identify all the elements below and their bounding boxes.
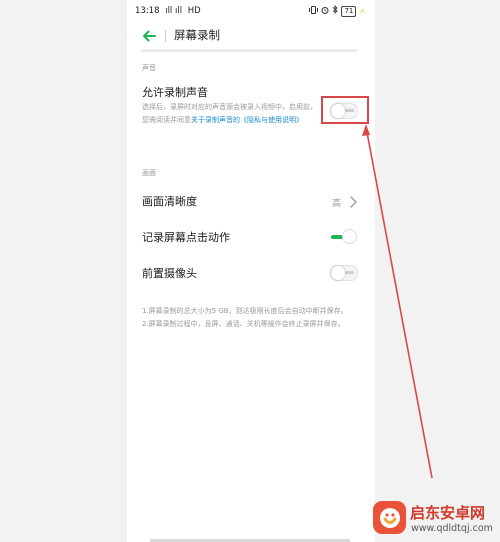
watermark-logo-icon — [373, 501, 406, 534]
hd-badge: HD — [187, 6, 201, 16]
note-1: 1.屏幕录制的总大小为5 GB，到达极限长度后会自动中断并保存。 — [142, 307, 348, 315]
bluetooth-icon — [332, 4, 339, 17]
status-right: 71 ⚡ — [309, 4, 365, 17]
quality-title[interactable]: 画面清晰度 — [142, 193, 197, 209]
chevron-right-icon[interactable] — [348, 194, 358, 208]
annotation-highlight-box — [321, 96, 369, 124]
alarm-icon — [321, 6, 329, 17]
page-header: 屏幕录制 — [127, 24, 375, 48]
battery-indicator: 71 — [341, 5, 357, 17]
front-camera-title[interactable]: 前置摄像头 — [142, 265, 197, 281]
header-separator — [141, 49, 357, 52]
allow-sound-description: 选择后，录屏时对应的声音源会被录入视频中，启用前，您需阅读并同意关于录制声音的《… — [142, 101, 317, 127]
header-divider — [165, 30, 166, 42]
tap-record-title[interactable]: 记录屏幕点击动作 — [142, 229, 230, 245]
toggle-knob — [342, 229, 357, 244]
privacy-link[interactable]: 关于录制声音的《隐私与使用说明》 — [191, 116, 303, 124]
section-label-picture: 画面 — [142, 169, 156, 177]
front-camera-toggle[interactable] — [330, 265, 358, 281]
status-left: 13:18 ıll ıll HD — [135, 6, 204, 16]
phone-screen: 13:18 ıll ıll HD 71 ⚡ 屏幕录制 声音 允许录制声音 选择后 — [127, 0, 375, 542]
tap-record-toggle[interactable] — [330, 229, 357, 244]
charging-icon: ⚡ — [359, 6, 365, 16]
note-2: 2.屏幕录制过程中，息屏、通话、关机等操作会终止录屏并保存。 — [142, 320, 345, 328]
watermark-url: www.qdldtqj.com — [411, 523, 493, 534]
watermark-title: 启东安卓网 — [410, 504, 486, 522]
quality-value[interactable]: 高 — [332, 196, 341, 209]
allow-sound-title[interactable]: 允许录制声音 — [142, 84, 208, 100]
notes: 1.屏幕录制的总大小为5 GB，到达极限长度后会自动中断并保存。 2.屏幕录制过… — [142, 305, 362, 331]
back-arrow-icon[interactable] — [141, 28, 157, 44]
watermark: 启东安卓网 www.qdldtqj.com — [373, 497, 500, 542]
vibrate-icon — [309, 5, 319, 17]
status-bar: 13:18 ıll ıll HD 71 ⚡ — [127, 0, 375, 22]
status-time: 13:18 — [135, 6, 160, 16]
signal-icon: ıll ıll — [165, 6, 183, 16]
page-title: 屏幕录制 — [174, 28, 220, 42]
section-label-sound: 声音 — [142, 64, 156, 72]
toggle-knob — [331, 266, 345, 280]
